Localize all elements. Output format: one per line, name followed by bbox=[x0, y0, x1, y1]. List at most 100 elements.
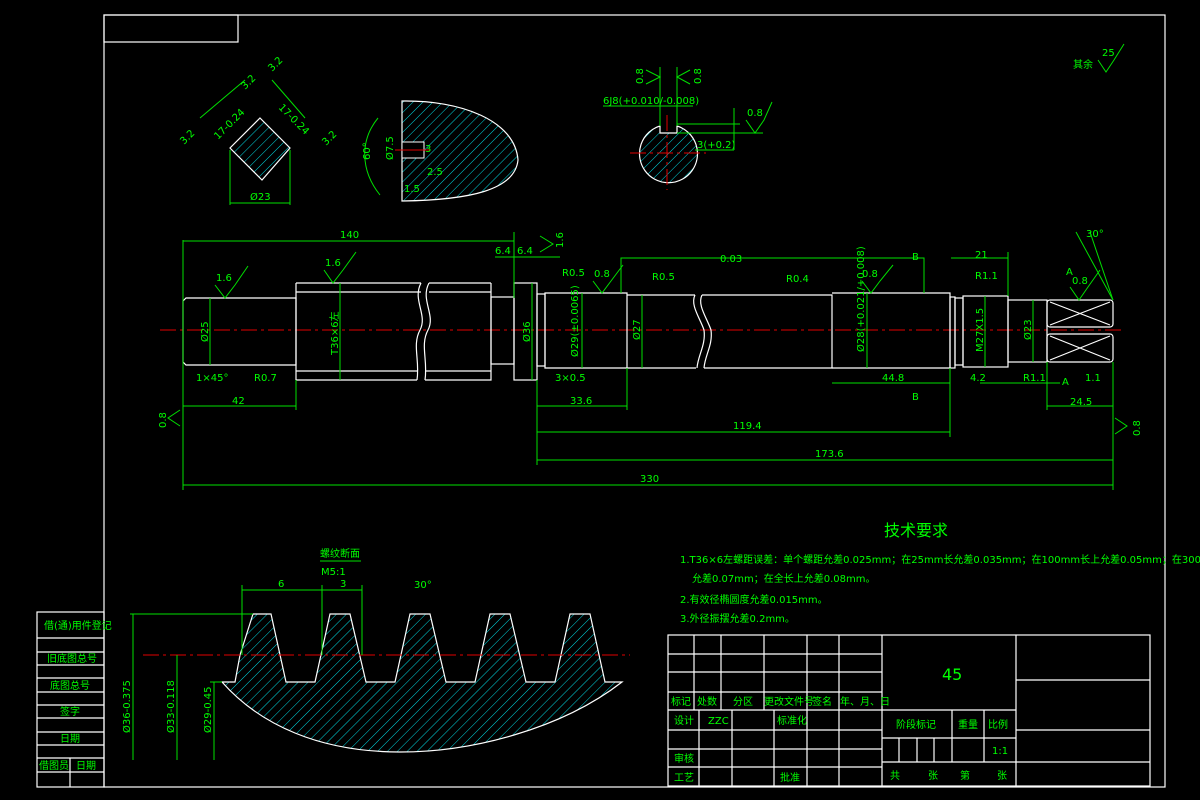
thread-section-title: 螺纹断面 bbox=[320, 547, 360, 560]
thread-section-view: 螺纹断面 M5:1 6 3 30° Ø36-0.375 Ø33-0.118 Ø2… bbox=[121, 547, 630, 760]
dim-r0-7: R0.7 bbox=[254, 373, 277, 384]
thread-pitch: 6 bbox=[278, 579, 284, 590]
roughness-symbol-icon bbox=[1114, 417, 1128, 435]
label-review: 审核 bbox=[674, 752, 694, 765]
dim-m27: M27X1.5 bbox=[975, 308, 986, 352]
dim-angle-30: 30° bbox=[1086, 229, 1104, 240]
dim-119-4: 119.4 bbox=[733, 421, 762, 432]
square-roughness: 3.2 bbox=[266, 55, 285, 74]
side-label-borrow: 借(通)用件登记 bbox=[44, 619, 112, 632]
header-mark: 标记 bbox=[671, 696, 691, 708]
main-roughness-marks: 1.6 1.6 1.6 0.8 0.8 0.8 0.8 0.8 bbox=[158, 232, 1143, 436]
label-standardize: 标准化 bbox=[777, 714, 807, 727]
dim-thread: T36×6左 bbox=[328, 311, 341, 356]
roughness-value: 0.8 bbox=[1072, 276, 1088, 287]
section-b-bottom: B bbox=[912, 392, 919, 403]
dim-r1-1-top: R1.1 bbox=[975, 271, 998, 282]
dim-6-4b: 6.4 bbox=[517, 246, 533, 257]
dim-330: 330 bbox=[640, 474, 659, 485]
thread-half-pitch: 3 bbox=[340, 579, 346, 590]
side-label-old-drawing-no: 旧底图总号 bbox=[47, 652, 97, 665]
label-approve: 批准 bbox=[780, 771, 800, 784]
tech-item: 1.T36×6左螺距误差：单个螺距允差0.025mm；在25mm长允差0.035… bbox=[680, 553, 1200, 566]
title-block bbox=[667, 634, 1151, 787]
key-section-a-view: 60° Ø7.5 3 2.5 1.5 bbox=[362, 100, 519, 202]
dim-42: 42 bbox=[232, 396, 245, 407]
roughness-note-value: 25 bbox=[1102, 48, 1115, 59]
thread-dia-root: Ø29-0.45 bbox=[202, 687, 214, 733]
tech-item: 允差0.07mm；在全长上允差0.08mm。 bbox=[692, 572, 876, 585]
header-date: 年、月、日 bbox=[840, 695, 890, 708]
label-total: 共 bbox=[890, 770, 900, 782]
roughness-symbol-icon bbox=[645, 69, 662, 85]
key-a-d3: 3 bbox=[425, 144, 431, 155]
section-b-top: B bbox=[912, 252, 919, 263]
roughness-value: 0.8 bbox=[594, 269, 610, 280]
label-nth: 第 bbox=[960, 769, 970, 782]
dim-r1-1-bottom: R1.1 bbox=[1023, 373, 1046, 384]
dim-dia-25: Ø25 bbox=[199, 321, 211, 342]
main-dimension-lines bbox=[182, 231, 1114, 490]
label-sheets: 张 bbox=[928, 770, 938, 782]
roughness-symbol-icon bbox=[539, 235, 554, 253]
header-signature: 签名 bbox=[812, 695, 832, 708]
dim-1-1: 1.1 bbox=[1085, 373, 1101, 384]
square-section-view: Ø23 17-0.24 17-0.24 3.2 3.2 3.2 3.2 bbox=[178, 55, 339, 205]
key-section-b-view: 6J8(+0.010/-0.008) 3(+0.2) 0.8 0.8 0.8 bbox=[603, 67, 773, 190]
dim-dia-27: Ø27 bbox=[631, 319, 643, 340]
dim-dia-28: Ø28(+0.021/+0.008) bbox=[855, 246, 867, 352]
dim-173-6: 173.6 bbox=[815, 449, 844, 460]
technical-requirements: 技术要求 1.T36×6左螺距误差：单个螺距允差0.025mm；在25mm长允差… bbox=[680, 521, 1200, 625]
roughness-value: 0.8 bbox=[158, 412, 169, 428]
side-label-borrower: 借图员 bbox=[39, 760, 69, 772]
dim-r0-4: R0.4 bbox=[786, 274, 809, 285]
side-label-sign: 签字 bbox=[60, 705, 80, 718]
dim-runout: 0.03 bbox=[720, 254, 742, 265]
square-dim-width: Ø23 bbox=[250, 191, 271, 203]
roughness-value: 1.6 bbox=[216, 273, 232, 284]
label-scale: 比例 bbox=[988, 718, 1008, 731]
side-label-date: 日期 bbox=[60, 733, 80, 745]
key-b-depth: 3(+0.2) bbox=[697, 140, 736, 151]
header-zone: 分区 bbox=[733, 696, 753, 708]
scale-value: 1:1 bbox=[992, 746, 1008, 757]
dim-dia-29: Ø29(±0.0065) bbox=[569, 285, 581, 357]
roughness-value: 1.6 bbox=[325, 258, 341, 269]
label-sheet: 张 bbox=[997, 770, 1007, 782]
designer-name: ZZC bbox=[708, 716, 729, 727]
label-design: 设计 bbox=[674, 714, 694, 727]
key-a-d2: 1.5 bbox=[404, 184, 420, 195]
roughness-value: 0.8 bbox=[747, 108, 763, 119]
header-change-doc: 更改文件号 bbox=[764, 695, 814, 708]
label-process: 工艺 bbox=[674, 772, 694, 784]
square-roughness: 3.2 bbox=[320, 129, 339, 148]
dim-chamfer: 1×45° bbox=[196, 373, 228, 384]
roughness-value: 0.8 bbox=[1132, 420, 1143, 436]
thread-section-scale: M5:1 bbox=[321, 567, 346, 578]
label-stage-mark: 阶段标记 bbox=[896, 718, 936, 731]
roughness-value: 0.8 bbox=[693, 68, 704, 84]
side-column: 借(通)用件登记 旧底图总号 底图总号 签字 日期 借图员 日期 bbox=[39, 619, 112, 772]
square-roughness: 3.2 bbox=[239, 73, 258, 92]
tech-item: 2.有效径椭圆度允差0.015mm。 bbox=[680, 593, 828, 606]
dim-21: 21 bbox=[975, 250, 988, 261]
material: 45 bbox=[942, 665, 962, 684]
dim-4-2: 4.2 bbox=[970, 373, 986, 384]
thread-dia-pitch: Ø33-0.118 bbox=[165, 680, 177, 733]
key-a-dia: Ø7.5 bbox=[384, 136, 396, 160]
header-count: 处数 bbox=[697, 695, 717, 708]
thread-angle: 30° bbox=[414, 580, 432, 591]
roughness-note: 其余 25 bbox=[1073, 43, 1125, 73]
square-dim-b: 17-0.24 bbox=[276, 102, 311, 137]
dim-140: 140 bbox=[340, 230, 359, 241]
cad-drawing: 借(通)用件登记 旧底图总号 底图总号 签字 日期 借图员 日期 其余 25 1… bbox=[36, 14, 1200, 788]
section-a-bottom: A bbox=[1062, 377, 1069, 388]
dim-r0-5b: R0.5 bbox=[652, 272, 675, 283]
key-a-d1: 2.5 bbox=[427, 167, 443, 178]
dim-groove: 3×0.5 bbox=[555, 373, 586, 384]
dim-6-4a: 6.4 bbox=[495, 246, 511, 257]
dim-44-8: 44.8 bbox=[882, 373, 904, 384]
side-label-date-2: 日期 bbox=[76, 760, 96, 772]
roughness-value: 0.8 bbox=[635, 68, 646, 84]
dim-dia-23: Ø23 bbox=[1022, 319, 1034, 340]
